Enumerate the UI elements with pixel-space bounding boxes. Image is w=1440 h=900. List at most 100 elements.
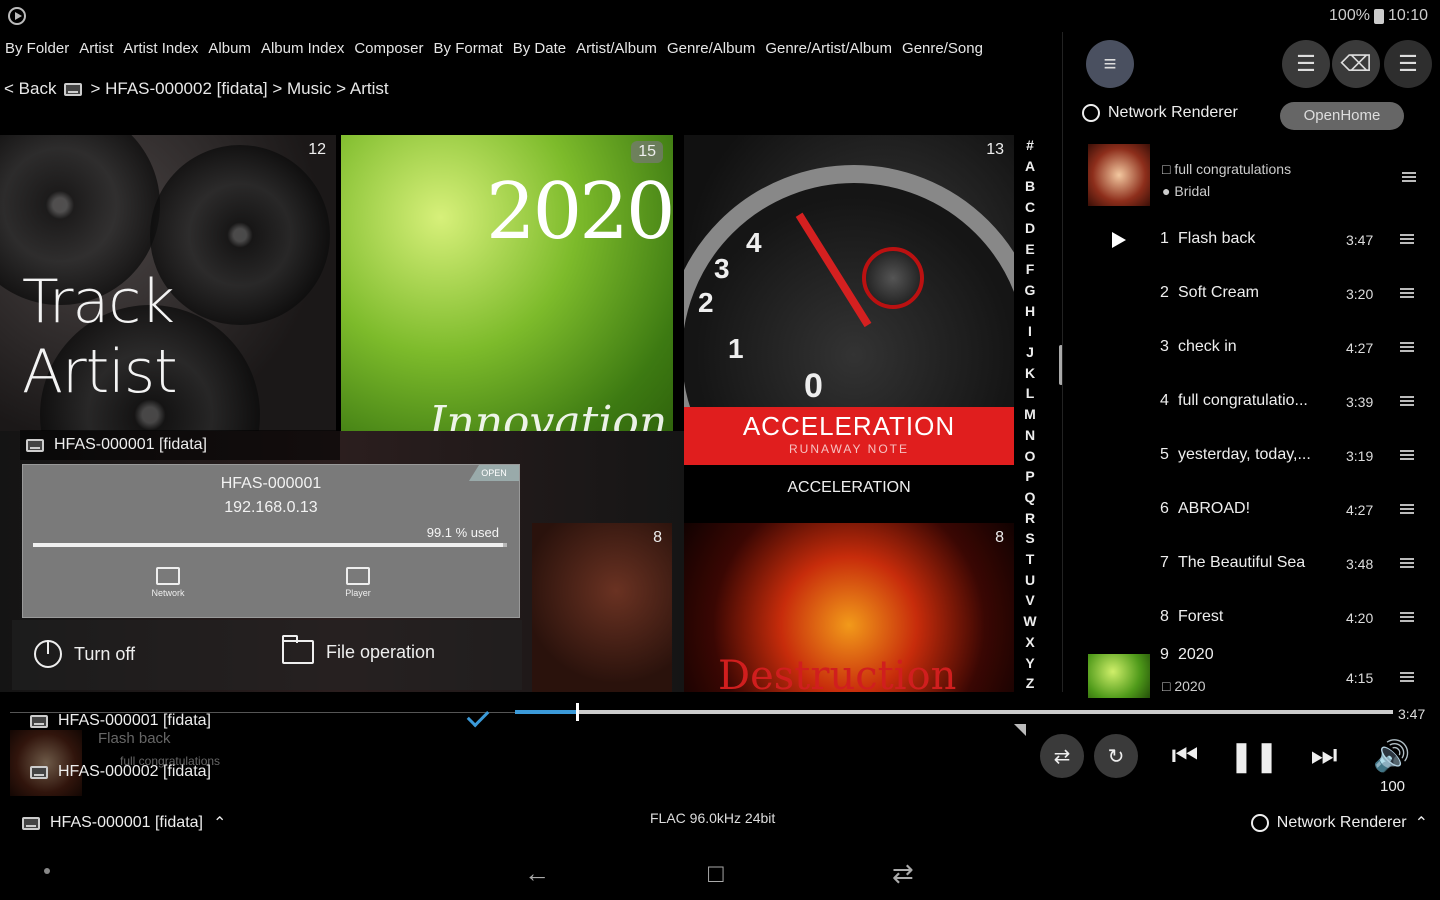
- next-button[interactable]: ⏭: [1304, 736, 1344, 776]
- now-playing-icon: [1112, 232, 1126, 248]
- index-letter[interactable]: M: [1024, 404, 1036, 425]
- play-later-button[interactable]: ≡: [1086, 40, 1134, 88]
- index-letter[interactable]: C: [1025, 197, 1035, 218]
- nav-home-button[interactable]: □: [708, 858, 724, 889]
- player-button[interactable]: Player: [328, 567, 388, 598]
- nav-recents-button[interactable]: ⇄: [892, 858, 914, 889]
- index-letter[interactable]: X: [1025, 632, 1034, 653]
- index-letter[interactable]: Q: [1025, 487, 1036, 508]
- index-letter[interactable]: S: [1025, 528, 1034, 549]
- index-letter[interactable]: U: [1025, 570, 1035, 591]
- seek-bar[interactable]: [515, 703, 1393, 721]
- tile-count: 13: [986, 141, 1004, 158]
- turn-off-button[interactable]: Turn off: [34, 640, 135, 668]
- tile-innovation[interactable]: 2020 Innovation 15: [341, 135, 673, 465]
- server-item-1[interactable]: HFAS-000001 [fidata]: [30, 712, 211, 730]
- browse-tab[interactable]: Genre/Song: [902, 40, 983, 66]
- previous-button[interactable]: ⏮: [1165, 736, 1205, 776]
- browse-tab[interactable]: Genre/Artist/Album: [765, 40, 892, 66]
- server-item-2[interactable]: HFAS-000002 [fidata]: [30, 763, 211, 781]
- renderer-row[interactable]: Network Renderer: [1082, 104, 1238, 122]
- index-letter[interactable]: G: [1025, 280, 1036, 301]
- index-letter[interactable]: D: [1025, 218, 1035, 239]
- track-row[interactable]: 3 check in 4:27: [1066, 322, 1440, 376]
- index-letter[interactable]: O: [1025, 446, 1036, 467]
- track-row[interactable]: 2 Soft Cream 3:20: [1066, 268, 1440, 322]
- browse-tab[interactable]: Album: [208, 40, 251, 66]
- index-letter[interactable]: I: [1028, 321, 1032, 342]
- menu-button[interactable]: ☰: [1384, 40, 1432, 88]
- index-letter[interactable]: N: [1025, 425, 1035, 446]
- browse-tab[interactable]: Artist Index: [123, 40, 198, 66]
- index-letter[interactable]: K: [1025, 363, 1035, 384]
- tile-track-artist[interactable]: Track Artist 12: [0, 135, 336, 431]
- server-row[interactable]: HFAS-000001 [fidata]: [20, 430, 340, 460]
- browse-tab[interactable]: Composer: [354, 40, 423, 66]
- drag-handle-icon[interactable]: [1400, 396, 1414, 406]
- drag-handle-icon[interactable]: [1400, 504, 1414, 514]
- index-letter[interactable]: #: [1026, 135, 1034, 156]
- track-row[interactable]: 1 Flash back 3:47: [1066, 214, 1440, 268]
- tile-destruction[interactable]: Destruction 8: [684, 523, 1014, 692]
- browse-tab[interactable]: Artist: [79, 40, 113, 66]
- skip-previous-icon: ⏮: [1171, 739, 1199, 772]
- index-letter[interactable]: E: [1025, 239, 1034, 260]
- index-letter[interactable]: Y: [1025, 653, 1034, 674]
- shuffle-button[interactable]: ⇄: [1040, 734, 1084, 778]
- index-letter[interactable]: F: [1026, 259, 1035, 280]
- tile-acceleration[interactable]: 4 3 2 1 0 ACCELERATION RUNAWAY NOTE 13: [684, 135, 1014, 465]
- browse-tab[interactable]: Artist/Album: [576, 40, 657, 66]
- track-row[interactable]: 6 ABROAD! 4:27: [1066, 484, 1440, 538]
- index-letter[interactable]: W: [1023, 611, 1036, 632]
- network-button[interactable]: Network: [138, 567, 198, 598]
- browse-tab[interactable]: By Folder: [5, 40, 69, 66]
- system-nav-bar: ← □ ⇄: [0, 848, 1440, 900]
- volume-button[interactable]: 🔊: [1372, 736, 1412, 776]
- track-row[interactable]: 4 full congratulatio... 3:39: [1066, 376, 1440, 430]
- drag-handle-icon[interactable]: [1400, 342, 1414, 352]
- track-row[interactable]: 7 The Beautiful Sea 3:48: [1066, 538, 1440, 592]
- list-button[interactable]: ☰: [1282, 40, 1330, 88]
- drag-handle-icon[interactable]: [1400, 558, 1414, 568]
- current-server-selector[interactable]: HFAS-000001 [fidata] ⌃: [22, 813, 226, 833]
- index-letter[interactable]: V: [1025, 590, 1034, 611]
- tile-count: 12: [308, 141, 326, 158]
- browse-tab[interactable]: Album Index: [261, 40, 344, 66]
- browse-tab[interactable]: By Date: [513, 40, 566, 66]
- pause-button[interactable]: ❚❚: [1229, 736, 1279, 776]
- index-letter[interactable]: T: [1026, 549, 1035, 570]
- index-letter[interactable]: L: [1026, 383, 1035, 404]
- drag-handle-icon[interactable]: [1400, 612, 1414, 622]
- usage-bar-fill: [33, 543, 503, 547]
- drag-handle-icon[interactable]: [1400, 450, 1414, 460]
- index-letter[interactable]: R: [1025, 508, 1035, 529]
- index-letter[interactable]: J: [1026, 342, 1034, 363]
- nav-back-button[interactable]: ←: [524, 858, 550, 889]
- track-number: 3: [1160, 338, 1169, 355]
- index-letter[interactable]: B: [1025, 176, 1035, 197]
- browse-tab[interactable]: Genre/Album: [667, 40, 755, 66]
- track-duration: 3:39: [1346, 394, 1374, 410]
- current-renderer-selector[interactable]: Network Renderer ⌃: [1250, 813, 1428, 833]
- chevron-up-icon: ⌃: [1414, 815, 1428, 832]
- drag-handle-icon[interactable]: [1402, 172, 1416, 182]
- drag-handle-icon[interactable]: [1400, 672, 1414, 682]
- index-letter[interactable]: A: [1025, 156, 1035, 177]
- index-letter[interactable]: Z: [1026, 673, 1035, 694]
- tile-album-5[interactable]: 8: [532, 523, 672, 692]
- delete-button[interactable]: ⌫: [1332, 40, 1380, 88]
- index-letter[interactable]: H: [1025, 301, 1035, 322]
- index-letter[interactable]: P: [1025, 466, 1034, 487]
- track-duration: 4:27: [1346, 502, 1374, 518]
- cover-band: ACCELERATION RUNAWAY NOTE: [684, 407, 1014, 465]
- openhome-button[interactable]: OpenHome: [1280, 102, 1404, 130]
- file-operation-button[interactable]: File operation: [282, 635, 435, 664]
- track-row[interactable]: 5 yesterday, today,... 3:19: [1066, 430, 1440, 484]
- repeat-button[interactable]: ↻: [1094, 734, 1138, 778]
- track-row[interactable]: 8 Forest 4:20: [1066, 592, 1440, 646]
- seek-knob[interactable]: [576, 703, 580, 721]
- drag-handle-icon[interactable]: [1400, 288, 1414, 298]
- browse-tab[interactable]: By Format: [434, 40, 503, 66]
- drag-handle-icon[interactable]: [1400, 234, 1414, 244]
- back-button[interactable]: < Back: [4, 79, 56, 99]
